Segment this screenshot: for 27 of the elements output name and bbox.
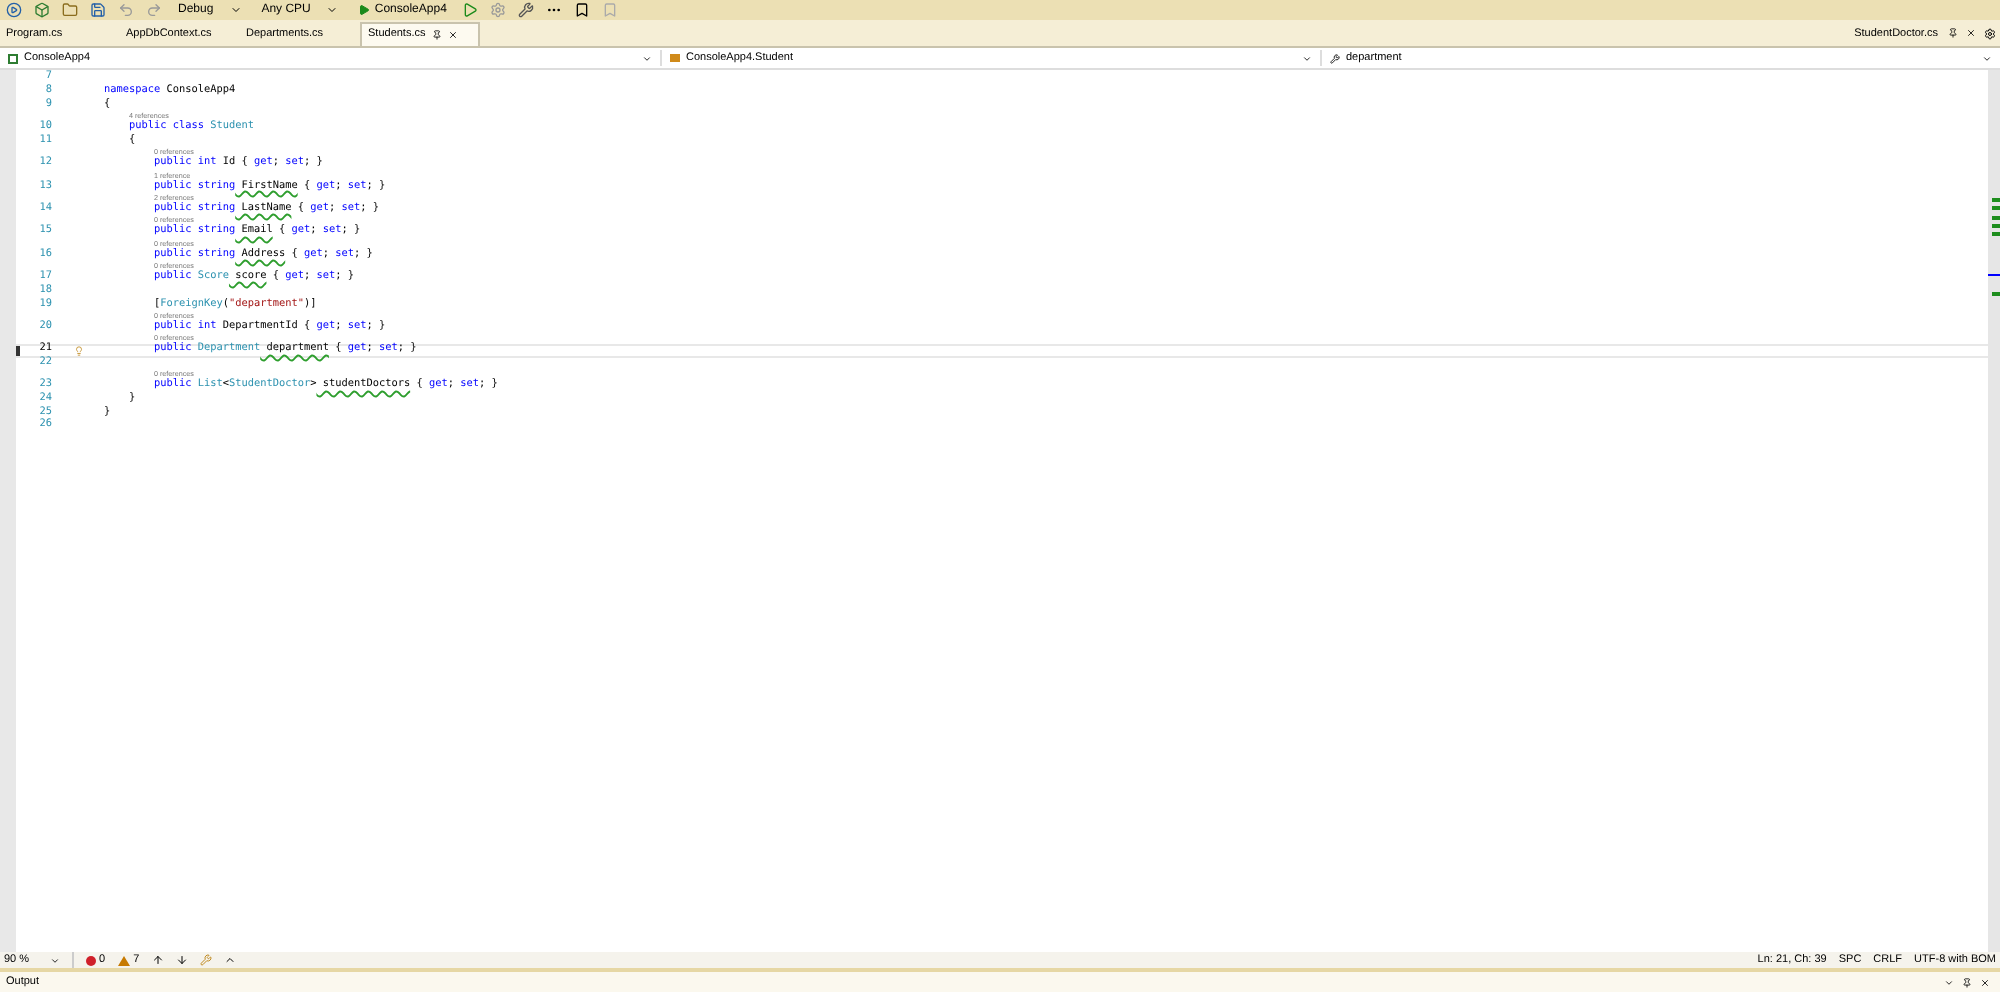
- dropdown-icon[interactable]: [1944, 977, 1954, 987]
- previous-icon[interactable]: [151, 954, 164, 966]
- start-without-debugging-icon[interactable]: [462, 2, 479, 18]
- wrench-icon[interactable]: [518, 2, 535, 18]
- wrench-icon: [1330, 53, 1340, 63]
- caret-icon: [229, 4, 242, 16]
- new-item-icon[interactable]: [34, 2, 50, 18]
- settings-icon[interactable]: [1984, 28, 1996, 40]
- pin-icon[interactable]: [1948, 28, 1958, 38]
- caret-icon: [49, 955, 60, 965]
- open-folder-icon[interactable]: [62, 2, 78, 18]
- error-icon: [85, 955, 96, 965]
- next-icon[interactable]: [175, 954, 188, 966]
- caret-icon: [1982, 53, 1992, 63]
- pin-icon[interactable]: [431, 30, 442, 40]
- expand-icon[interactable]: [223, 954, 236, 966]
- caret-icon: [1302, 53, 1312, 63]
- pin-icon[interactable]: [1962, 977, 1972, 987]
- cleanup-icon[interactable]: [199, 954, 212, 966]
- caret-icon: [642, 53, 652, 63]
- class-icon: [670, 54, 680, 62]
- play-icon: [358, 4, 371, 16]
- save-icon[interactable]: [90, 2, 106, 18]
- navigate-icon[interactable]: [6, 2, 22, 18]
- scrollbar-map[interactable]: [1988, 70, 2000, 952]
- project-icon: [8, 53, 18, 63]
- caret-icon: [326, 4, 339, 16]
